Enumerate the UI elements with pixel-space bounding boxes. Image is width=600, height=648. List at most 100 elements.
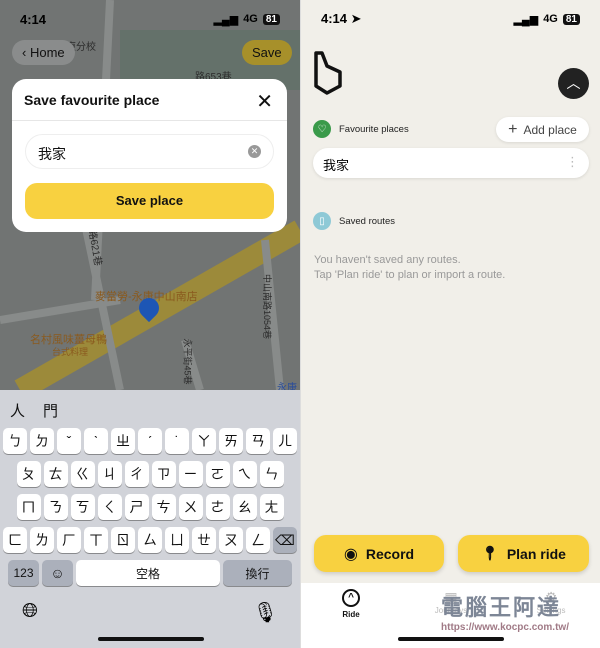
key[interactable]: ㄣ: [259, 461, 284, 487]
dialog-title: Save favourite place: [24, 92, 160, 108]
watermark: 電腦王阿達 https://www.kocpc.com.tw/: [441, 595, 569, 633]
tab-bar: ^ Ride ▦ Journeys ⚙ Settings 電腦王阿達 https://…: [301, 583, 600, 648]
space-key[interactable]: 空格: [76, 560, 220, 586]
key[interactable]: ㄘ: [151, 494, 176, 520]
emoji-icon[interactable]: ☺: [42, 560, 73, 586]
battery-icon: 81: [262, 13, 280, 25]
key[interactable]: ㄑ: [97, 494, 122, 520]
return-key[interactable]: 換行: [223, 560, 292, 586]
add-place-label: Add place: [523, 122, 577, 137]
key[interactable]: ㄍ: [70, 461, 95, 487]
key[interactable]: ㄦ: [273, 428, 297, 454]
key[interactable]: ˊ: [138, 428, 162, 454]
numbers-key[interactable]: 123: [8, 560, 39, 586]
candidate[interactable]: 人: [10, 400, 25, 420]
key[interactable]: ˋ: [84, 428, 108, 454]
save-place-button[interactable]: Save place: [25, 183, 274, 219]
key[interactable]: ㄐ: [97, 461, 122, 487]
key[interactable]: ㄇ: [16, 494, 41, 520]
key[interactable]: ㄒ: [84, 527, 108, 553]
collapse-button[interactable]: ︿: [558, 68, 589, 99]
back-button[interactable]: ‹ Home: [12, 40, 75, 65]
signal-icon: ▂▄▆: [513, 13, 539, 26]
clear-icon[interactable]: ✕: [248, 145, 261, 158]
key[interactable]: ㄠ: [232, 494, 257, 520]
key[interactable]: ㄎ: [70, 494, 95, 520]
empty-line: Tap 'Plan ride' to plan or import a rout…: [314, 269, 506, 281]
key[interactable]: ㄌ: [30, 527, 54, 553]
map-pin-icon: 📍︎: [481, 545, 499, 561]
key[interactable]: ㄖ: [111, 527, 135, 553]
record-button[interactable]: ◉ Record: [314, 535, 444, 572]
left-phone-screen: 東分校 路653巷 路621巷 麥當勞-永康中山南店 名村風味薑母鴨 台式料理 …: [0, 0, 300, 648]
key[interactable]: ㄆ: [16, 461, 41, 487]
right-phone-screen: 4:14 ➤ ▂▄▆ 4G 81 ︿ ♡ Favourite places + Add …: [300, 0, 600, 648]
key[interactable]: ㄋ: [43, 494, 68, 520]
clock: 4:14: [321, 11, 348, 26]
map-label: 永平街45巷: [182, 338, 193, 385]
key[interactable]: ㄓ: [111, 428, 135, 454]
key[interactable]: ㄉ: [30, 428, 54, 454]
divider: [12, 120, 287, 121]
favourite-place-item[interactable]: 我家 ⋮: [313, 148, 589, 178]
save-nav-button[interactable]: Save: [242, 40, 292, 65]
tab-ride[interactable]: ^ Ride: [321, 589, 381, 619]
section-title: Saved routes: [339, 215, 395, 227]
saved-routes-header: ▯ Saved routes: [313, 212, 395, 230]
key[interactable]: ˙: [165, 428, 189, 454]
microphone-icon[interactable]: 🎙︎: [253, 600, 278, 625]
key[interactable]: ㄢ: [246, 428, 270, 454]
key[interactable]: ㄗ: [151, 461, 176, 487]
key[interactable]: ㄏ: [57, 527, 81, 553]
key[interactable]: ㄚ: [192, 428, 216, 454]
key[interactable]: ㄙ: [138, 527, 162, 553]
key[interactable]: ˇ: [57, 428, 81, 454]
home-indicator: [398, 637, 504, 641]
status-bar: 4:14 ➤ ▂▄▆ 4G 81: [321, 10, 580, 28]
network: 4G: [243, 13, 258, 25]
key[interactable]: ㄝ: [192, 527, 216, 553]
key[interactable]: ㄧ: [178, 461, 203, 487]
input-value: 我家: [38, 146, 66, 162]
key[interactable]: ㄡ: [219, 527, 243, 553]
app-logo: [314, 51, 342, 95]
keyboard-row: ㄅㄉ ˇ ˋ ㄓ ˊ ˙ ㄚㄞㄢㄦ: [0, 428, 300, 454]
delete-icon[interactable]: ⌫: [273, 527, 297, 553]
add-place-button[interactable]: + Add place: [496, 117, 589, 142]
more-options-icon[interactable]: ⋮: [566, 154, 579, 170]
back-label: Home: [29, 45, 65, 60]
globe-icon[interactable]: 🌐︎: [22, 600, 38, 625]
plan-ride-button[interactable]: 📍︎ Plan ride: [458, 535, 589, 572]
key[interactable]: ㄤ: [259, 494, 284, 520]
key[interactable]: ㄞ: [219, 428, 243, 454]
record-label: Record: [365, 545, 415, 562]
place-name: 我家: [323, 158, 350, 173]
key[interactable]: ㄅ: [3, 428, 27, 454]
key[interactable]: ㄟ: [232, 461, 257, 487]
key[interactable]: ㄕ: [124, 494, 149, 520]
save-favourite-dialog: Save favourite place ✕ 我家 ✕ Save place: [12, 79, 287, 232]
location-arrow-icon: ➤: [350, 11, 362, 26]
key[interactable]: ㄥ: [246, 527, 270, 553]
keyboard-row: ㄈㄌㄏㄒㄖㄙㄩㄝㄡㄥ ⌫: [0, 527, 300, 553]
keyboard-bottom-row: 123 ☺ 空格 換行: [0, 560, 300, 586]
home-indicator: [98, 637, 204, 641]
ride-icon: ^: [342, 589, 360, 607]
candidate[interactable]: 門: [43, 400, 58, 420]
key[interactable]: ㄔ: [124, 461, 149, 487]
keyboard-row: ㄇㄋㄎㄑㄕㄘㄨㄜㄠㄤ: [0, 494, 300, 520]
empty-routes-message: You haven't saved any routes. Tap 'Plan …: [314, 253, 505, 283]
key[interactable]: ㄩ: [165, 527, 189, 553]
map-label: 台式料理: [52, 347, 89, 357]
close-icon[interactable]: ✕: [256, 89, 273, 114]
key[interactable]: ㄨ: [178, 494, 203, 520]
key[interactable]: ㄈ: [3, 527, 27, 553]
place-name-input[interactable]: 我家 ✕: [25, 134, 274, 169]
section-title: Favourite places: [339, 123, 409, 135]
plan-label: Plan ride: [506, 545, 566, 562]
signal-icon: ▂▄▆: [213, 13, 239, 26]
key[interactable]: ㄊ: [43, 461, 68, 487]
empty-line: You haven't saved any routes.: [314, 254, 461, 266]
key[interactable]: ㄛ: [205, 461, 230, 487]
key[interactable]: ㄜ: [205, 494, 230, 520]
